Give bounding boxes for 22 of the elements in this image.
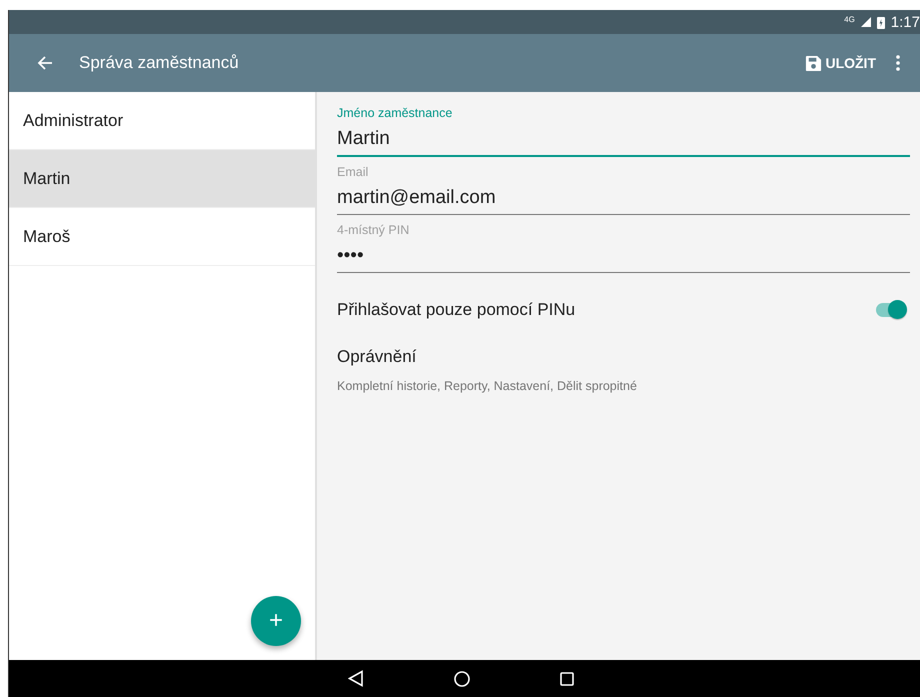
save-button[interactable]: ULOŽIT [801, 50, 880, 76]
recents-icon[interactable] [560, 672, 574, 686]
screen-title: Správa zaměstnanců [79, 53, 240, 73]
network-type: 4G [844, 15, 855, 24]
input-field[interactable]: martin@email.com [337, 179, 910, 215]
field-label: 4-místný PIN [337, 223, 410, 237]
permissions-title: Oprávnění [337, 347, 418, 367]
input-field[interactable]: Martin [337, 120, 910, 157]
save-icon [805, 54, 822, 72]
field-label: Jméno zaměstnance [337, 106, 454, 120]
signal-icon [860, 17, 871, 27]
employee-item[interactable]: Martin [9, 150, 315, 208]
input-field[interactable]: •••• [337, 237, 910, 273]
back-icon[interactable] [348, 670, 364, 687]
clock: 1:17 [890, 14, 920, 30]
add-button[interactable]: + [251, 596, 301, 646]
permissions-summary: Kompletní historie, Reporty, Nastavení, Dělit spropitné [337, 379, 638, 393]
home-icon[interactable] [454, 670, 470, 686]
setting-label: Přihlašovat pouze pomocí PINu [337, 300, 576, 320]
battery-icon [876, 16, 885, 28]
more-icon[interactable] [894, 53, 902, 73]
field-label: Email [337, 165, 370, 179]
